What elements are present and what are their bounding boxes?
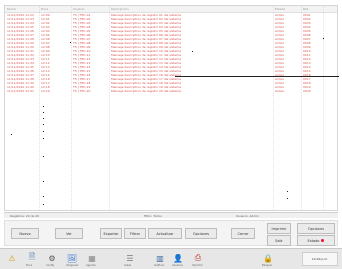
col-header-ref[interactable]: Ref. <box>303 7 309 11</box>
cell-date: 11/11/2010 11:41 <box>7 89 34 93</box>
settings-icon[interactable]: ⚙ <box>46 252 58 264</box>
cell-user: T5 | TEC-20 <box>73 89 91 93</box>
tray-time: 12:00 p.m. <box>311 257 329 261</box>
cell-desc: Mensaje descriptivo de registro 20 del s… <box>111 89 182 93</box>
taskbar-label: Usuarios <box>172 264 183 267</box>
warning-icon[interactable]: ⚠ <box>6 252 18 264</box>
taskbar-label: Imprimir <box>192 264 203 267</box>
printer-icon[interactable]: ⎙ <box>192 252 204 264</box>
print-button[interactable]: Imprimir <box>267 223 291 234</box>
lock-icon[interactable]: 🔒 <box>262 252 274 264</box>
export-button[interactable]: Exportar <box>100 228 122 239</box>
table-row[interactable]: 11/11/2010 11:41 12:19 T5 | TEC-20 Mensaje … <box>5 89 337 93</box>
taskbar-label: Docs <box>26 264 33 267</box>
taskbar: 12:00 p.m. ⚠ 🗎 Docs ⚙ Config 🖼 Imágenes ▦ Agenda… <box>0 248 342 269</box>
list-icon[interactable]: ☰ <box>124 252 136 264</box>
grid-rows: 11/11/2010 11:22 12:00 T5 | TEC-01 Mensaje … <box>5 13 337 93</box>
status-right: Usuario: Admin <box>236 214 259 218</box>
status-middle: Filtro: Todos <box>144 214 162 218</box>
col-header-time[interactable]: Hora <box>41 7 48 11</box>
image-icon[interactable]: 🖼 <box>66 252 78 264</box>
taskbar-label: Listas <box>124 264 132 267</box>
document-icon[interactable]: 🗎 <box>26 252 38 264</box>
col-header-date[interactable]: Fecha <box>7 7 16 11</box>
col-header-desc[interactable]: Descripción <box>111 7 129 11</box>
user-icon[interactable]: 👤 <box>172 252 184 264</box>
taskbar-label: Imágenes <box>66 264 79 267</box>
filter-button[interactable]: Filtrar <box>124 228 146 239</box>
close-button[interactable]: Cerrar <box>231 228 255 239</box>
button-panel: Nuevo Ver Exportar Filtrar Actualizar Op… <box>4 220 338 246</box>
grid-header: Fecha Hora Usuario Descripción Estado Re… <box>5 6 337 13</box>
calendar-icon[interactable]: ▦ <box>86 252 98 264</box>
taskbar-label: Bloqueo <box>262 264 273 267</box>
taskbar-label: Config <box>46 264 55 267</box>
cell-time: 12:19 <box>41 89 50 93</box>
refresh-button[interactable]: Actualizar <box>148 228 182 239</box>
log-grid: Fecha Hora Usuario Descripción Estado Re… <box>4 5 339 211</box>
cell-state: Activo <box>275 89 285 93</box>
col-header-state[interactable]: Estado <box>275 7 285 11</box>
taskbar-label: Gráficos <box>154 264 165 267</box>
taskbar-label: Agenda <box>86 264 96 267</box>
exit-button[interactable]: Salir <box>267 235 291 246</box>
status-button[interactable]: Estado <box>297 235 335 246</box>
system-tray[interactable]: 12:00 p.m. <box>302 252 338 266</box>
ok-button[interactable]: Opciones <box>297 223 335 234</box>
chart-icon[interactable]: ▥ <box>154 252 166 264</box>
cell-ref: 0020 <box>303 89 311 93</box>
status-bar: Registros: 20 de 20 Filtro: Todos Usuari… <box>4 212 338 218</box>
options-button[interactable]: Opciones <box>185 228 217 239</box>
separator-line <box>175 76 339 77</box>
view-button[interactable]: Ver <box>55 228 83 239</box>
status-left: Registros: 20 de 20 <box>10 214 40 218</box>
new-button[interactable]: Nuevo <box>11 228 39 239</box>
col-header-user[interactable]: Usuario <box>73 7 84 11</box>
